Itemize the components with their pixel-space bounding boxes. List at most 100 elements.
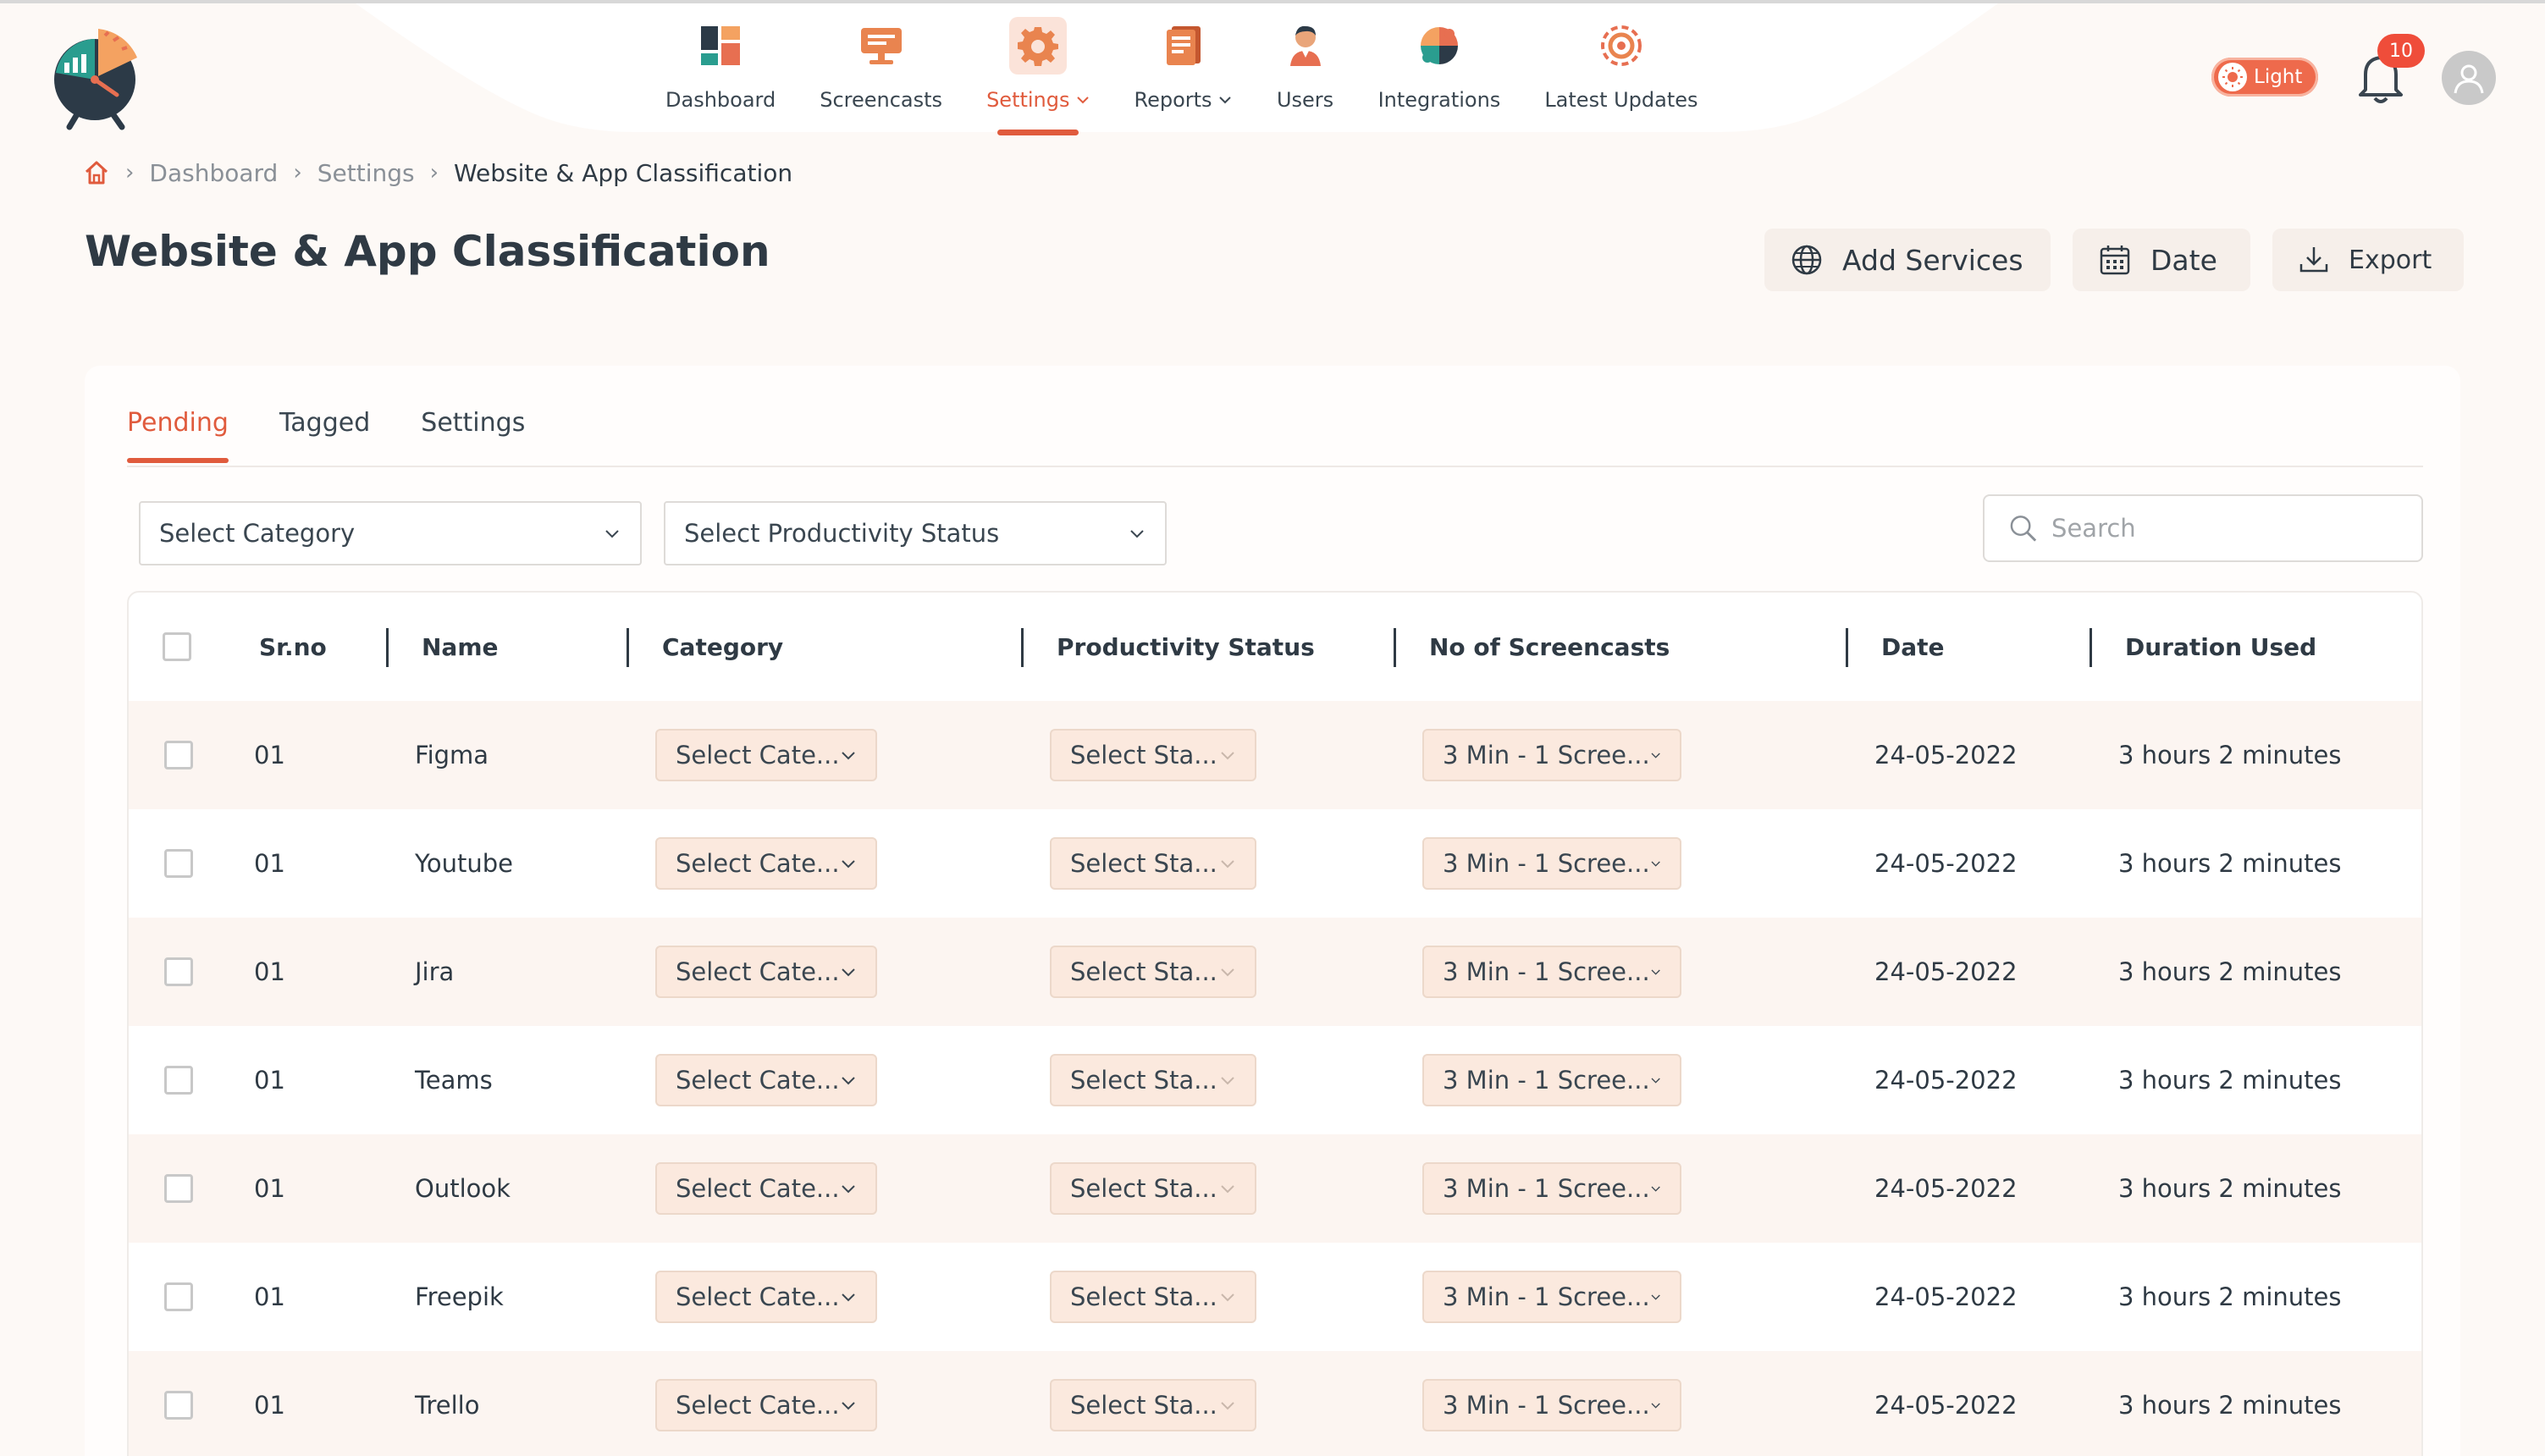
download-icon: [2299, 247, 2328, 273]
row-status-select[interactable]: Select Sta...: [1050, 1271, 1256, 1323]
row-screencasts-select[interactable]: 3 Min - 1 Scree...: [1422, 1054, 1681, 1106]
column-separator: [2090, 628, 2092, 667]
productivity-filter-select[interactable]: Select Productivity Status: [664, 501, 1167, 565]
row-category-value: Select Cate...: [676, 1282, 840, 1311]
table-row: 01 Outlook Select Cate... Select Sta... …: [129, 1134, 2421, 1243]
row-status-select[interactable]: Select Sta...: [1050, 946, 1256, 998]
row-checkbox[interactable]: [164, 1066, 193, 1095]
select-all-checkbox[interactable]: [163, 632, 191, 661]
row-screencasts-select[interactable]: 3 Min - 1 Scree...: [1422, 946, 1681, 998]
row-screencasts-select[interactable]: 3 Min - 1 Scree...: [1422, 729, 1681, 781]
row-status-value: Select Sta...: [1070, 957, 1217, 986]
user-avatar[interactable]: [2442, 51, 2496, 105]
add-services-button[interactable]: Add Services: [1764, 229, 2051, 291]
settings-icon: [1009, 17, 1068, 74]
row-status-select[interactable]: Select Sta...: [1050, 837, 1256, 890]
row-name: Outlook: [415, 1174, 511, 1203]
row-screencasts-value: 3 Min - 1 Scree...: [1443, 1391, 1650, 1420]
row-date: 24-05-2022: [1874, 849, 2018, 878]
row-category-value: Select Cate...: [676, 1174, 840, 1203]
row-checkbox[interactable]: [164, 1282, 193, 1311]
tab-bar: Pending Tagged Settings: [127, 408, 525, 463]
date-button[interactable]: Date: [2073, 229, 2250, 291]
app-logo[interactable]: [49, 25, 141, 130]
column-header-category[interactable]: Category: [662, 593, 783, 701]
row-date: 24-05-2022: [1874, 741, 2018, 769]
user-icon: [2454, 64, 2484, 94]
row-category-select[interactable]: Select Cate...: [655, 1162, 877, 1215]
row-category-select[interactable]: Select Cate...: [655, 1379, 877, 1431]
integrations-icon: [1411, 17, 1468, 74]
tab-tagged[interactable]: Tagged: [279, 408, 370, 463]
row-category-select[interactable]: Select Cate...: [655, 729, 877, 781]
row-duration: 3 hours 2 minutes: [2118, 741, 2342, 769]
chevron-down-icon: [1130, 530, 1144, 538]
row-status-value: Select Sta...: [1070, 1282, 1217, 1311]
globe-icon: [1791, 245, 1822, 275]
row-screencasts-value: 3 Min - 1 Scree...: [1443, 1282, 1650, 1311]
row-checkbox[interactable]: [164, 1391, 193, 1420]
row-category-select[interactable]: Select Cate...: [655, 837, 877, 890]
home-icon[interactable]: [83, 159, 110, 186]
row-srno: 01: [254, 849, 285, 878]
nav-item-settings[interactable]: Settings: [964, 17, 1112, 135]
chevron-down-icon: [842, 1077, 855, 1085]
nav-item-reports[interactable]: Reports: [1112, 17, 1255, 135]
export-button[interactable]: Export: [2272, 229, 2464, 291]
row-checkbox[interactable]: [164, 1174, 193, 1203]
row-screencasts-value: 3 Min - 1 Scree...: [1443, 849, 1650, 878]
row-category-value: Select Cate...: [676, 1066, 840, 1095]
column-header-productivity-status[interactable]: Productivity Status: [1057, 593, 1315, 701]
row-checkbox[interactable]: [164, 957, 193, 986]
nav-item-dashboard[interactable]: Dashboard: [643, 17, 798, 135]
row-status-select[interactable]: Select Sta...: [1050, 1162, 1256, 1215]
column-separator: [386, 628, 389, 667]
nav-item-users[interactable]: Users: [1255, 17, 1356, 135]
row-status-select[interactable]: Select Sta...: [1050, 729, 1256, 781]
row-name: Youtube: [415, 849, 513, 878]
row-category-value: Select Cate...: [676, 1391, 840, 1420]
chevron-down-icon: [1651, 1078, 1660, 1084]
classification-card: Pending Tagged Settings Select Category …: [85, 366, 2460, 1456]
row-category-select[interactable]: Select Cate...: [655, 1271, 877, 1323]
row-screencasts-select[interactable]: 3 Min - 1 Scree...: [1422, 837, 1681, 890]
table-header: Sr.no Name Category Productivity Status …: [129, 593, 2421, 701]
row-checkbox[interactable]: [164, 849, 193, 878]
row-category-select[interactable]: Select Cate...: [655, 946, 877, 998]
search-input[interactable]: [2051, 514, 2398, 543]
theme-toggle[interactable]: Light: [2211, 58, 2318, 97]
row-category-value: Select Cate...: [676, 741, 840, 769]
row-status-select[interactable]: Select Sta...: [1050, 1379, 1256, 1431]
row-screencasts-select[interactable]: 3 Min - 1 Scree...: [1422, 1162, 1681, 1215]
nav-item-screencasts[interactable]: Screencasts: [798, 17, 964, 135]
row-srno: 01: [254, 1391, 285, 1420]
tab-settings[interactable]: Settings: [421, 408, 525, 463]
row-checkbox[interactable]: [164, 741, 193, 769]
nav-item-integrations[interactable]: Integrations: [1356, 17, 1523, 135]
breadcrumb-settings[interactable]: Settings: [317, 159, 415, 187]
chevron-down-icon: [1651, 969, 1660, 975]
nav-item-latest-updates[interactable]: Latest Updates: [1522, 17, 1720, 135]
row-screencasts-value: 3 Min - 1 Scree...: [1443, 741, 1650, 769]
row-duration: 3 hours 2 minutes: [2118, 1391, 2342, 1420]
column-header-duration[interactable]: Duration Used: [2125, 593, 2316, 701]
column-header-screencasts[interactable]: No of Screencasts: [1429, 593, 1670, 701]
chevron-down-icon: [1221, 860, 1234, 869]
search-box[interactable]: [1983, 494, 2423, 562]
row-name: Jira: [415, 957, 455, 986]
row-status-select[interactable]: Select Sta...: [1050, 1054, 1256, 1106]
column-header-date[interactable]: Date: [1881, 593, 1945, 701]
column-header-name[interactable]: Name: [422, 593, 499, 701]
category-filter-select[interactable]: Select Category: [139, 501, 642, 565]
row-screencasts-select[interactable]: 3 Min - 1 Scree...: [1422, 1379, 1681, 1431]
row-screencasts-select[interactable]: 3 Min - 1 Scree...: [1422, 1271, 1681, 1323]
chevron-down-icon: [1651, 1186, 1660, 1192]
row-date: 24-05-2022: [1874, 1174, 2018, 1203]
row-category-select[interactable]: Select Cate...: [655, 1054, 877, 1106]
chevron-down-icon: [1218, 97, 1231, 104]
tab-pending[interactable]: Pending: [127, 408, 229, 463]
column-header-srno[interactable]: Sr.no: [259, 593, 327, 701]
row-name: Teams: [415, 1066, 493, 1095]
breadcrumb-dashboard[interactable]: Dashboard: [149, 159, 278, 187]
latest-updates-icon: [1593, 17, 1650, 74]
